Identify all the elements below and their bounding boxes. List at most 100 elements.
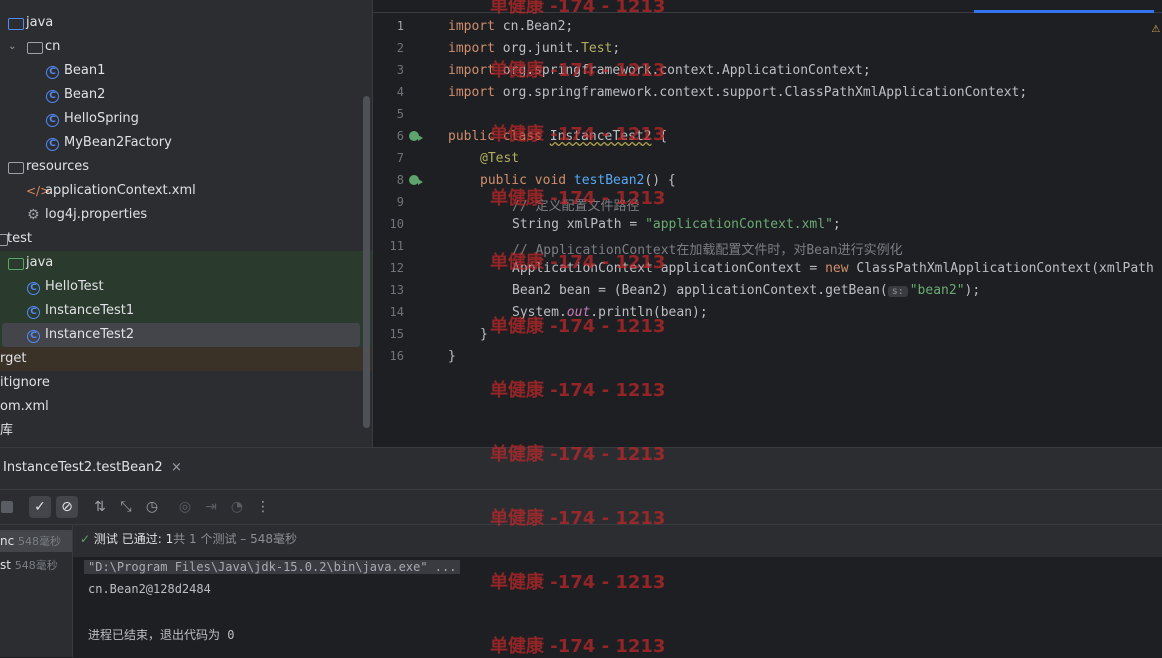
code-line-2: import org.junit.Test; (448, 41, 621, 56)
tree-item-label: InstanceTest2 (45, 327, 135, 342)
run-tab-title[interactable]: InstanceTest2.testBean2 (3, 460, 163, 475)
code-line-10: String xmlPath = "applicationContext.xml… (512, 217, 841, 232)
show-passed-icon[interactable]: ✓ (29, 496, 51, 518)
class-icon: C (27, 299, 40, 323)
line-number: 8 (396, 173, 404, 187)
tree-item-log4j-properties[interactable]: ⚙ log4j.properties (0, 203, 360, 227)
parameter-hint: s: (887, 286, 908, 297)
tree-item-applicationcontext-xml[interactable]: </> applicationContext.xml (0, 179, 360, 203)
screenshot-icon[interactable]: ◎ (174, 496, 196, 518)
tree-item-bean1[interactable]: C Bean1 (0, 59, 360, 83)
watermark: 单健康 -174 - 1213 (490, 380, 666, 401)
stop-icon[interactable] (1, 501, 13, 513)
run-test-method-icon[interactable] (409, 175, 423, 185)
watermark: 单健康 -174 - 1213 (490, 572, 666, 593)
tree-item-label: rget (0, 351, 27, 366)
class-icon: C (27, 323, 40, 347)
divider (0, 489, 1162, 490)
tree-item-cn[interactable]: ⌄ cn (0, 35, 360, 59)
tree-item-test[interactable]: test (0, 227, 360, 251)
export-icon[interactable]: ⇥ (200, 496, 222, 518)
test-tree-item[interactable]: st 548毫秒 (0, 554, 72, 576)
tree-item-label: resources (26, 159, 90, 174)
sort-icon[interactable]: ⇅ (89, 496, 111, 518)
tree-item-label: itignore (0, 375, 50, 390)
class-icon: C (46, 107, 59, 131)
tree-item-label: HelloSpring (64, 111, 139, 126)
class-icon: C (46, 83, 59, 107)
tree-item-label: applicationContext.xml (45, 183, 196, 198)
tree-item-bean2[interactable]: C Bean2 (0, 83, 360, 107)
tree-item-label: HelloTest (45, 279, 104, 294)
tree-item-gitignore[interactable]: itignore (0, 371, 360, 395)
tree-item-resources[interactable]: resources (0, 155, 360, 179)
line-number: 10 (389, 217, 404, 231)
class-icon: C (46, 131, 59, 155)
import-icon[interactable]: ◔ (226, 496, 248, 518)
code-line-15: } (480, 327, 488, 342)
run-panel: InstanceTest2.testBean2 × ✓ ⊘ ⇅ ⤡ ◷ ◎ ⇥ … (0, 447, 1162, 657)
tree-item-label: om.xml (0, 399, 49, 414)
line-number: 7 (396, 151, 404, 165)
more-icon[interactable]: ⋮ (252, 496, 274, 518)
line-number: 13 (389, 283, 404, 297)
line-number: 12 (389, 261, 404, 275)
tab-active-indicator[interactable] (974, 10, 1154, 13)
gear-icon: ⚙ (27, 207, 40, 223)
line-number: 14 (389, 305, 404, 319)
tree-item-hellotest[interactable]: C HelloTest (0, 275, 372, 299)
collapse-icon[interactable]: ⤡ (115, 496, 137, 518)
check-icon: ✓ (80, 532, 91, 546)
tree-item-library[interactable]: 库 (0, 419, 360, 443)
code-line-4: import org.springframework.context.suppo… (448, 85, 1028, 100)
tree-item-label: InstanceTest1 (45, 303, 135, 318)
history-icon[interactable]: ◷ (141, 496, 163, 518)
line-number: 6 (396, 129, 404, 143)
test-status: ✓ 测试 已通过: 1共 1 个测试 – 548毫秒 (80, 532, 298, 546)
code-line-7: @Test (480, 151, 520, 166)
tree-item-label: test (7, 231, 32, 246)
tree-item-label: java (26, 15, 54, 30)
line-number: 11 (389, 239, 404, 253)
show-ignored-icon[interactable]: ⊘ (56, 496, 78, 518)
project-tree: java ⌄ cn C Bean1 C Bean2 C HelloSpring … (0, 0, 372, 447)
line-number: 15 (389, 327, 404, 341)
watermark: 单健康 -174 - 1213 (490, 636, 666, 657)
tree-item-mybean2factory[interactable]: C MyBean2Factory (0, 131, 360, 155)
console-line: 进程已结束，退出代码为 0 (88, 628, 235, 642)
tree-scrollbar[interactable] (363, 96, 370, 428)
watermark: 单健康 -174 - 1213 (490, 0, 666, 17)
line-number: 9 (396, 195, 404, 209)
tree-item-label: cn (45, 39, 61, 54)
watermark: 单健康 -174 - 1213 (490, 60, 666, 81)
test-tree-item[interactable]: nc 548毫秒 (0, 530, 72, 552)
watermark: 单健康 -174 - 1213 (490, 124, 666, 145)
tree-item-instancetest1[interactable]: C InstanceTest1 (0, 299, 372, 323)
line-number: 1 (396, 19, 404, 33)
tree-item-instancetest2[interactable]: C InstanceTest2 (2, 323, 360, 347)
line-number: 5 (396, 107, 404, 121)
tree-item-test-java[interactable]: java (0, 251, 372, 275)
code-line-16: } (448, 349, 456, 364)
warning-icon[interactable]: ⚠ (1152, 20, 1160, 36)
code-line-1: import cn.Bean2; (448, 19, 574, 34)
close-icon[interactable]: × (171, 460, 182, 475)
tree-item-java[interactable]: java (0, 11, 360, 35)
watermark: 单健康 -174 - 1213 (490, 444, 666, 465)
line-number: 16 (389, 349, 404, 363)
chevron-down-icon[interactable]: ⌄ (8, 35, 16, 59)
class-icon: C (27, 275, 40, 299)
line-number: 4 (396, 85, 404, 99)
tree-item-label: Bean2 (64, 87, 106, 102)
run-test-class-icon[interactable] (409, 131, 423, 141)
console-command-line[interactable]: "D:\Program Files\Java\jdk-15.0.2\bin\ja… (84, 560, 461, 574)
console-line: cn.Bean2@128d2484 (88, 582, 211, 596)
watermark: 单健康 -174 - 1213 (490, 188, 666, 209)
tree-item-hellospring[interactable]: C HelloSpring (0, 107, 360, 131)
tree-item-target[interactable]: rget (0, 347, 372, 371)
watermark: 单健康 -174 - 1213 (490, 252, 666, 273)
line-number: 2 (396, 41, 404, 55)
line-number: 3 (396, 63, 404, 77)
tree-item-label: java (26, 255, 54, 270)
tree-item-pom-xml[interactable]: om.xml (0, 395, 360, 419)
